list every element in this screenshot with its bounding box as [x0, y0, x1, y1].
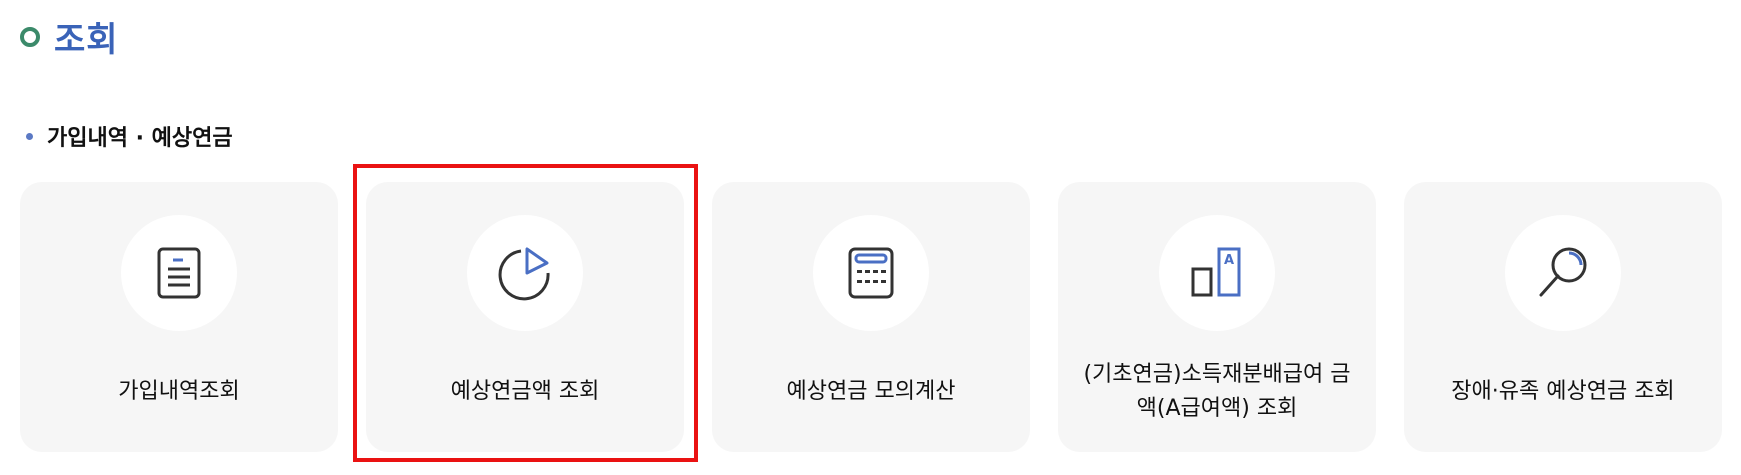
a-bar-icon: A [1191, 247, 1241, 297]
card-pension-simulation[interactable]: 예상연금 모의계산 [712, 182, 1030, 452]
card-label: 예상연금 모의계산 [786, 379, 956, 404]
card-subscription-history[interactable]: 가입내역조회 [20, 182, 338, 452]
card-basic-pension-a-amount[interactable]: A (기초연금)소득재분배급여 금액(A급여액) 조회 [1058, 182, 1376, 452]
pie-chart-icon [498, 247, 550, 301]
card-disability-survivor-pension[interactable]: 장애·유족 예상연금 조회 [1404, 182, 1722, 452]
page-title: 조회 [20, 12, 119, 61]
card-expected-pension[interactable]: 예상연금액 조회 [366, 182, 684, 452]
calculator-icon [848, 247, 894, 299]
page: 조회 가입내역 · 예상연금 가입내역조회 예상연금액 조회 예상연금 모의계산… [0, 0, 1741, 475]
card-icon-circle [121, 215, 237, 331]
card-label: 가입내역조회 [118, 379, 240, 404]
card-label: 장애·유족 예상연금 조회 [1451, 379, 1675, 404]
page-title-text: 조회 [54, 20, 119, 60]
section-title: 가입내역 · 예상연금 [26, 120, 233, 152]
svg-text:A: A [1224, 253, 1234, 268]
document-icon [157, 247, 201, 299]
title-bullet-icon [20, 26, 40, 47]
card-list: 가입내역조회 예상연금액 조회 예상연금 모의계산 A (기초연금)소득재분배급… [20, 182, 1722, 452]
card-label: (기초연금)소득재분배급여 금액(A급여액) 조회 [1083, 362, 1351, 421]
section-bullet-icon [26, 132, 33, 140]
search-icon [1539, 247, 1587, 297]
card-icon-circle [1505, 215, 1621, 331]
card-label: 예상연금액 조회 [450, 379, 600, 404]
card-icon-circle [813, 215, 929, 331]
card-icon-circle: A [1159, 215, 1275, 331]
card-icon-circle [467, 215, 583, 331]
section-title-text: 가입내역 · 예상연금 [47, 126, 233, 151]
